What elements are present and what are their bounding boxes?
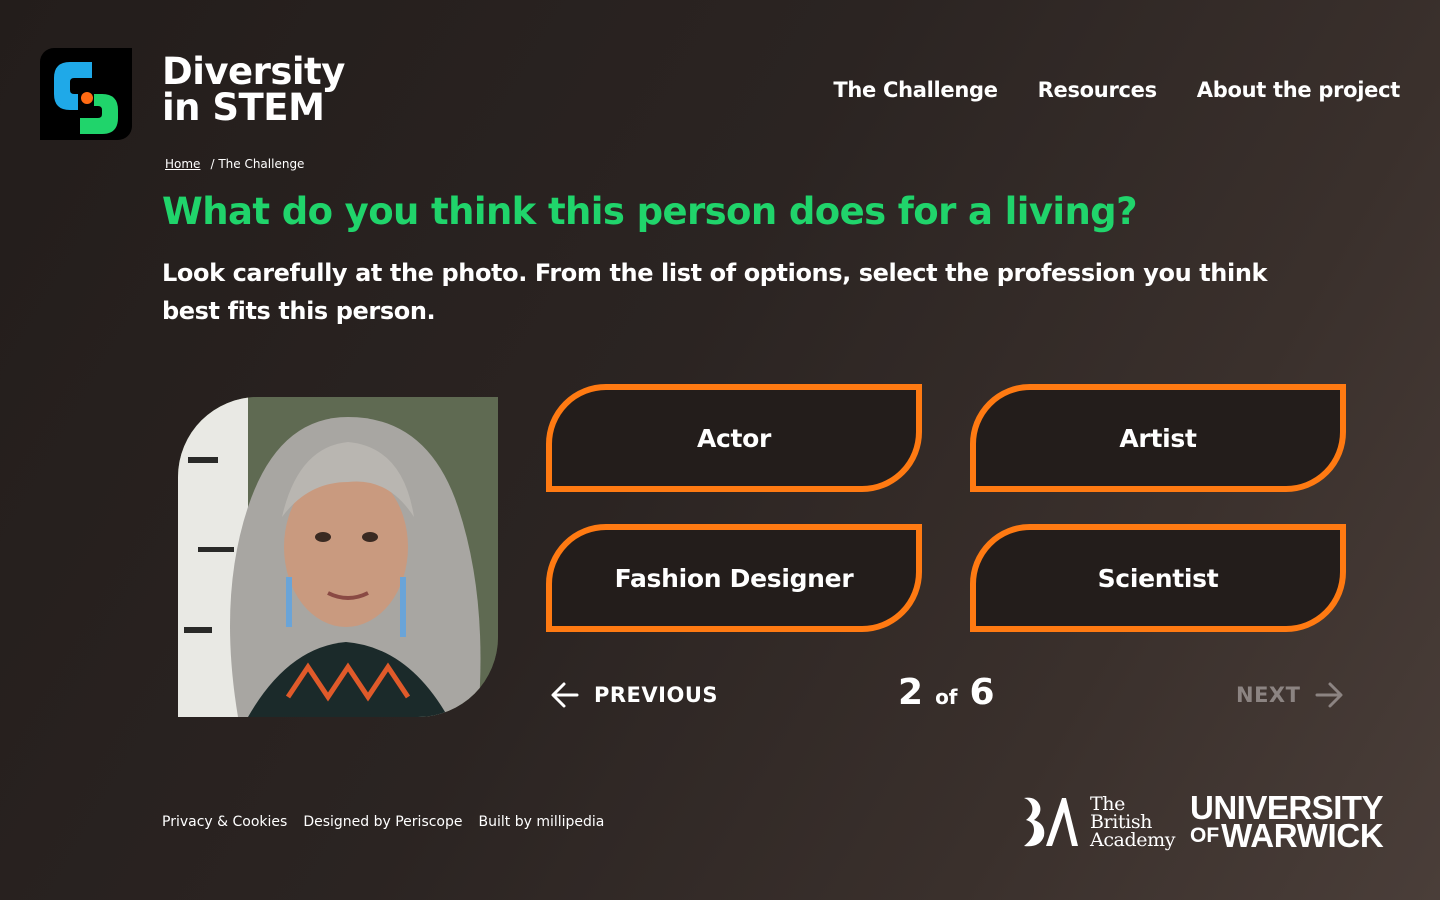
breadcrumb: Home / The Challenge xyxy=(165,157,304,171)
option-artist-button[interactable]: Artist xyxy=(970,384,1346,492)
footer-link-millipedia[interactable]: Built by millipedia xyxy=(479,814,605,830)
option-actor-button[interactable]: Actor xyxy=(546,384,922,492)
person-photo xyxy=(178,397,498,717)
breadcrumb-home-link[interactable]: Home xyxy=(165,157,200,171)
option-scientist-button[interactable]: Scientist xyxy=(970,524,1346,632)
footer-link-periscope[interactable]: Designed by Periscope xyxy=(303,814,462,830)
brand-name[interactable]: Diversity in STEM xyxy=(162,50,345,129)
nav-item-about-the-project[interactable]: About the project xyxy=(1197,78,1401,102)
british-academy-text: The British Academy xyxy=(1090,795,1176,851)
question-title: What do you think this person does for a… xyxy=(162,190,1138,233)
brand-name-line1: Diversity xyxy=(162,50,345,93)
next-label: NEXT xyxy=(1236,683,1301,707)
arrow-left-icon xyxy=(551,682,579,708)
ba-line3: Academy xyxy=(1090,829,1176,851)
brand-logo-icon[interactable] xyxy=(40,48,132,140)
breadcrumb-separator: / xyxy=(210,157,215,171)
counter-total: 6 xyxy=(969,672,995,713)
nav-item-resources[interactable]: Resources xyxy=(1038,78,1157,102)
british-academy-mark-icon xyxy=(1024,797,1078,847)
footer-link-privacy[interactable]: Privacy & Cookies xyxy=(162,814,287,830)
british-academy-logo[interactable]: The British Academy xyxy=(1020,794,1175,850)
footer-links: Privacy & Cookies Designed by Periscope … xyxy=(162,814,604,830)
question-instructions: Look carefully at the photo. From the li… xyxy=(162,259,1268,325)
counter-current: 2 xyxy=(898,672,924,713)
arrow-right-icon xyxy=(1315,682,1343,708)
warwick-line2-group: OF WARWICK xyxy=(1190,817,1402,854)
option-fashion-designer-button[interactable]: Fashion Designer xyxy=(546,524,922,632)
main-nav: The Challenge Resources About the projec… xyxy=(833,78,1400,102)
breadcrumb-current: / The Challenge xyxy=(210,157,304,171)
next-button[interactable]: NEXT xyxy=(1236,680,1344,710)
nav-item-the-challenge[interactable]: The Challenge xyxy=(833,78,998,102)
breadcrumb-current-label: The Challenge xyxy=(218,157,305,171)
previous-label: PREVIOUS xyxy=(594,683,719,707)
previous-button[interactable]: PREVIOUS xyxy=(550,680,718,710)
question-counter: 2 of 6 xyxy=(898,672,995,713)
brand-mark-icon xyxy=(54,62,118,134)
warwick-of: OF xyxy=(1190,824,1220,847)
warwick-line2: WARWICK xyxy=(1221,817,1384,854)
university-of-warwick-logo[interactable]: UNIVERSITY OF WARWICK xyxy=(1190,791,1402,854)
brand-name-line2: in STEM xyxy=(162,86,325,129)
counter-of: of xyxy=(935,685,958,709)
